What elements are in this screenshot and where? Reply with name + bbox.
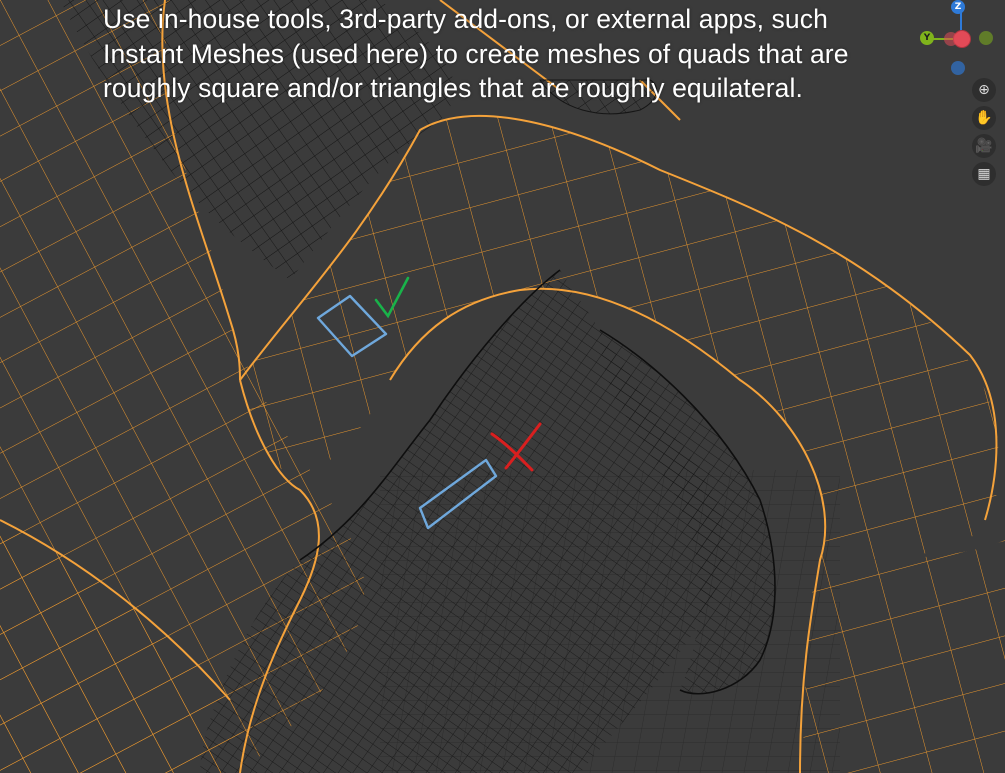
mesh-scene bbox=[0, 0, 1005, 773]
zoom-glyph: ⊕ bbox=[978, 82, 990, 98]
camera-glyph: 🎥 bbox=[975, 138, 993, 154]
caption-line-3: roughly square and/or triangles that are… bbox=[103, 73, 803, 103]
grid-glyph: ▦ bbox=[977, 166, 991, 182]
zoom-icon[interactable]: ⊕ bbox=[972, 78, 996, 102]
y-label: Y bbox=[923, 33, 931, 43]
z-label: Z bbox=[954, 2, 962, 12]
y-axis-ball[interactable]: Y bbox=[920, 31, 934, 45]
neg-z-axis-ball[interactable] bbox=[951, 61, 965, 75]
3d-viewport[interactable]: Use in-house tools, 3rd-party add-ons, o… bbox=[0, 0, 1005, 773]
caption-line-2: Instant Meshes (used here) to create mes… bbox=[103, 38, 849, 69]
lower-right-mesh bbox=[800, 540, 1005, 773]
caption-line-1: Use in-house tools, 3rd-party add-ons, o… bbox=[103, 4, 828, 34]
z-axis-ball[interactable]: Z bbox=[951, 0, 965, 14]
hand-glyph: ✋ bbox=[975, 110, 993, 126]
neg-y-axis-ball[interactable] bbox=[979, 31, 993, 45]
camera-icon[interactable]: 🎥 bbox=[972, 134, 996, 158]
grid-view-icon[interactable]: ▦ bbox=[972, 162, 996, 186]
hand-icon[interactable]: ✋ bbox=[972, 106, 996, 130]
neg-x-axis-ball[interactable] bbox=[944, 32, 958, 46]
navigation-gizmo[interactable]: Z Y bbox=[915, 0, 1005, 80]
caption-text: Use in-house tools, 3rd-party add-ons, o… bbox=[103, 2, 863, 106]
